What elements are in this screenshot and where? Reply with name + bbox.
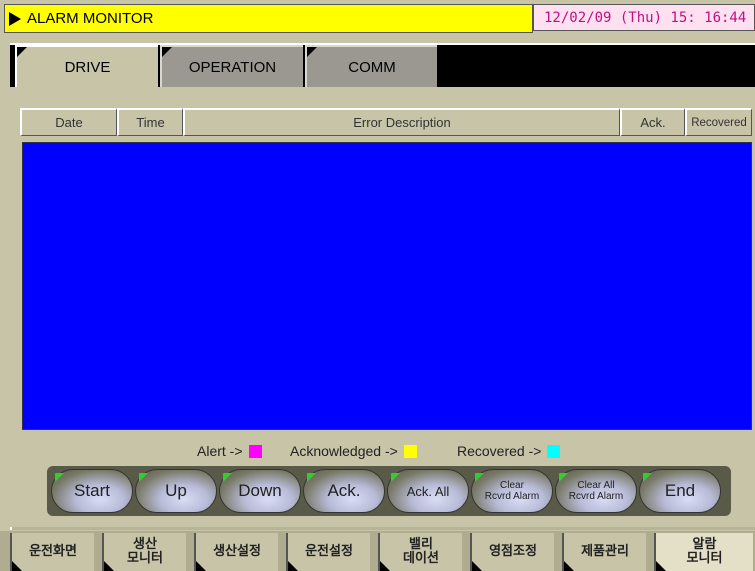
tab-label: OPERATION <box>188 58 277 76</box>
play-arrow-icon <box>9 11 21 26</box>
down-button[interactable]: Down <box>219 469 301 513</box>
corner-marker-icon <box>643 473 652 482</box>
nav-label: 제품관리 <box>581 544 629 559</box>
column-header-ack: Ack. <box>620 108 685 136</box>
corner-marker-icon <box>559 473 568 482</box>
clear-recovered-alarm-button[interactable]: Clear Rcvrd Alarm <box>471 469 553 513</box>
end-button-label: End <box>664 481 696 500</box>
corner-marker-icon <box>391 473 400 482</box>
tab-corner-icon <box>17 47 27 57</box>
nav-product-management[interactable]: 제품관리 <box>562 533 646 571</box>
legend-alert-swatch <box>248 444 262 458</box>
nav-corner-icon <box>564 561 574 571</box>
nav-corner-icon <box>196 561 206 571</box>
nav-label: 운전설정 <box>305 544 353 559</box>
end-button[interactable]: End <box>639 469 721 513</box>
tab-label: DRIVE <box>64 58 111 76</box>
clear-recovered-alarm-line1: Clear <box>500 480 524 491</box>
nav-label: 영점조정 <box>489 544 537 559</box>
nav-alarm-monitor[interactable]: 알람 모니터 <box>654 533 753 571</box>
nav-corner-icon <box>288 561 298 571</box>
tab-corner-icon <box>162 47 172 57</box>
corner-marker-icon <box>475 473 484 482</box>
nav-corner-icon <box>380 561 390 571</box>
legend-recovered-label: Recovered -> <box>457 443 542 459</box>
nav-corner-icon <box>104 561 114 571</box>
ack-all-button[interactable]: Ack. All <box>387 469 469 513</box>
nav-production-settings[interactable]: 생산설정 <box>194 533 278 571</box>
status-legend: Alert -> Acknowledged -> Recovered -> <box>0 443 755 461</box>
clear-all-recovered-alarm-label: Clear All Rcvrd Alarm <box>569 480 623 502</box>
clear-all-recovered-alarm-button[interactable]: Clear All Rcvrd Alarm <box>555 469 637 513</box>
clear-all-line1: Clear All <box>577 480 615 491</box>
nav-corner-icon <box>656 561 666 571</box>
nav-label: 알람 모니터 <box>686 537 723 566</box>
ack-all-button-label: Ack. All <box>406 483 450 499</box>
clear-all-line2: Rcvrd Alarm <box>568 491 624 502</box>
legend-alert-label: Alert -> <box>197 443 243 459</box>
up-button-label: Up <box>165 481 187 500</box>
start-button[interactable]: Start <box>51 469 133 513</box>
column-header-recovered: Recovered <box>685 108 752 136</box>
nav-validation[interactable]: 밸리 데이션 <box>378 533 462 571</box>
datetime-display: 12/02/09 (Thu) 15: 16:44 <box>544 9 747 26</box>
corner-marker-icon <box>139 473 148 482</box>
tab-corner-icon <box>307 47 317 57</box>
table-header: Date Time Error Description Ack. Recover… <box>20 108 752 136</box>
clear-recovered-alarm-line2: Rcvrd Alarm <box>484 491 540 502</box>
column-header-date: Date <box>20 108 117 136</box>
start-button-label: Start <box>74 481 110 500</box>
legend-acknowledged: Acknowledged -> <box>290 443 417 459</box>
title-panel: ALARM MONITOR <box>4 4 533 33</box>
tab-operation[interactable]: OPERATION <box>160 45 303 87</box>
column-header-error-description: Error Description <box>183 108 620 136</box>
nav-label: 생산 모니터 <box>127 537 163 566</box>
clear-recovered-alarm-label: Clear Rcvrd Alarm <box>485 480 539 502</box>
column-header-time: Time <box>117 108 183 136</box>
nav-operation-screen[interactable]: 운전화면 <box>10 533 94 571</box>
tab-drive[interactable]: DRIVE <box>15 45 158 87</box>
corner-marker-icon <box>55 473 64 482</box>
datetime-panel: 12/02/09 (Thu) 15: 16:44 <box>533 4 755 31</box>
tab-label: COMM <box>348 58 396 76</box>
legend-acknowledged-label: Acknowledged -> <box>290 443 398 459</box>
legend-recovered: Recovered -> <box>457 443 561 459</box>
page-title: ALARM MONITOR <box>27 10 154 27</box>
ack-button[interactable]: Ack. <box>303 469 385 513</box>
nav-operation-settings[interactable]: 운전설정 <box>286 533 370 571</box>
nav-production-monitor[interactable]: 생산 모니터 <box>102 533 186 571</box>
nav-label: 운전화면 <box>29 544 77 559</box>
alarm-list[interactable] <box>22 142 752 430</box>
tab-row: DRIVE OPERATION COMM <box>10 45 755 87</box>
down-button-label: Down <box>238 481 282 500</box>
nav-corner-icon <box>472 561 482 571</box>
tab-comm[interactable]: COMM <box>305 45 437 87</box>
legend-recovered-swatch <box>547 444 561 458</box>
nav-zero-adjust[interactable]: 영점조정 <box>470 533 554 571</box>
legend-alert: Alert -> <box>197 443 262 459</box>
nav-label: 밸리 데이션 <box>403 537 439 566</box>
nav-corner-icon <box>12 561 22 571</box>
corner-marker-icon <box>223 473 232 482</box>
title-bar: ALARM MONITOR 12/02/09 (Thu) 15: 16:44 <box>0 0 755 33</box>
legend-acknowledged-swatch <box>403 444 417 458</box>
corner-marker-icon <box>307 473 316 482</box>
ack-button-label: Ack. <box>327 481 361 500</box>
nav-label: 생산설정 <box>213 544 261 559</box>
up-button[interactable]: Up <box>135 469 217 513</box>
